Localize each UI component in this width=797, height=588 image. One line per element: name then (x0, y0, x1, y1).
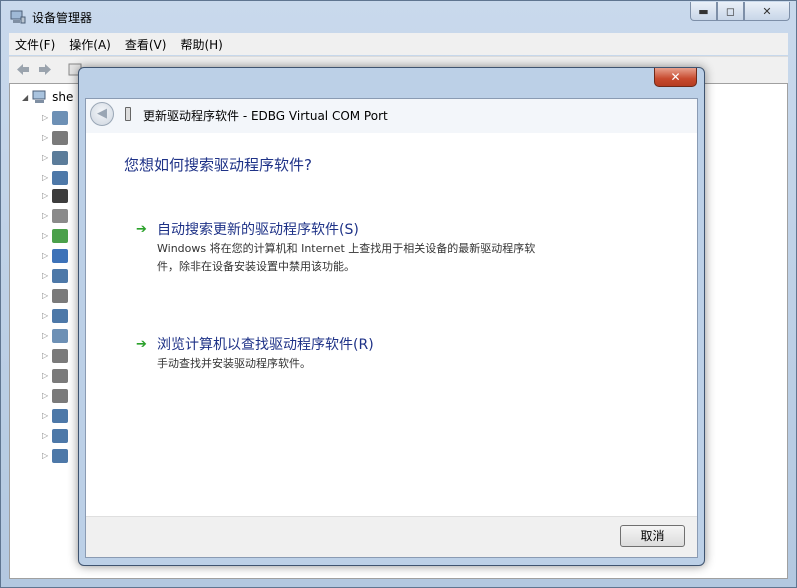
device-category-icon (52, 329, 68, 343)
minimize-button[interactable]: ▬ (690, 2, 717, 21)
expand-icon[interactable]: ▷ (42, 212, 48, 220)
device-category-icon (52, 249, 68, 263)
tree-device-node[interactable]: ▷ (42, 209, 72, 225)
cancel-button[interactable]: 取消 (620, 525, 685, 547)
menu-view[interactable]: 查看(V) (125, 36, 167, 53)
device-category-icon (52, 151, 68, 165)
tree-device-node[interactable]: ▷ (42, 349, 72, 365)
expand-icon[interactable]: ▷ (42, 154, 48, 162)
auto-search-description: Windows 将在您的计算机和 Internet 上查找用于相关设备的最新驱动… (157, 240, 587, 276)
menu-file[interactable]: 文件(F) (15, 36, 55, 53)
device-category-icon (52, 389, 68, 403)
expand-icon[interactable]: ▷ (42, 372, 48, 380)
expand-icon[interactable]: ▷ (42, 174, 48, 182)
device-category-icon (52, 429, 68, 443)
title-bar[interactable]: 设备管理器 ▬ ◻ ✕ (1, 1, 796, 33)
device-category-icon (52, 289, 68, 303)
expand-icon[interactable]: ▷ (42, 332, 48, 340)
computer-icon (32, 90, 46, 103)
green-arrow-icon: ➔ (136, 222, 147, 237)
device-category-icon (52, 309, 68, 323)
expand-icon[interactable]: ▷ (42, 134, 48, 142)
dialog-content: ◀ 更新驱动程序软件 - EDBG Virtual COM Port 您想如何搜… (85, 98, 698, 558)
expand-icon[interactable]: ▷ (42, 252, 48, 260)
device-category-icon (52, 409, 68, 423)
dialog-title: 更新驱动程序软件 - EDBG Virtual COM Port (143, 109, 388, 123)
expand-icon[interactable]: ▷ (42, 432, 48, 440)
tree-device-node[interactable]: ▷ (42, 189, 72, 205)
usb-device-icon (125, 107, 131, 121)
expand-icon[interactable]: ▷ (42, 232, 48, 240)
auto-search-title[interactable]: 自动搜索更新的驱动程序软件(S) (157, 219, 359, 239)
device-category-icon (52, 369, 68, 383)
tree-device-node[interactable]: ▷ (42, 269, 72, 285)
device-category-icon (52, 189, 68, 203)
tree-root-node[interactable]: ◢ she (22, 90, 73, 104)
device-category-icon (52, 171, 68, 185)
collapse-icon[interactable]: ◢ (22, 93, 28, 102)
expand-icon[interactable]: ▷ (42, 192, 48, 200)
tree-device-node[interactable]: ▷ (42, 171, 72, 187)
caption-buttons: ▬ ◻ ✕ (690, 2, 790, 21)
device-category-icon (52, 449, 68, 463)
menu-help[interactable]: 帮助(H) (180, 36, 222, 53)
dialog-close-button[interactable]: ✕ (654, 68, 697, 87)
back-button[interactable]: ◀ (90, 102, 114, 126)
back-arrow-icon[interactable] (15, 62, 31, 77)
expand-icon[interactable]: ▷ (42, 312, 48, 320)
tree-device-node[interactable]: ▷ (42, 289, 72, 305)
tree-device-node[interactable]: ▷ (42, 111, 72, 127)
auto-search-desc-line1: Windows 将在您的计算机和 Internet 上查找用于相关设备的最新驱动… (157, 242, 536, 255)
expand-icon[interactable]: ▷ (42, 114, 48, 122)
close-button[interactable]: ✕ (744, 2, 790, 21)
expand-icon[interactable]: ▷ (42, 392, 48, 400)
auto-search-desc-line2: 件，除非在设备安装设置中禁用该功能。 (157, 260, 355, 273)
browse-computer-description: 手动查找并安装驱动程序软件。 (157, 355, 587, 373)
tree-device-node[interactable]: ▷ (42, 131, 72, 147)
tree-device-node[interactable]: ▷ (42, 151, 72, 167)
forward-arrow-icon[interactable] (37, 62, 53, 77)
menu-action[interactable]: 操作(A) (69, 36, 111, 53)
expand-icon[interactable]: ▷ (42, 272, 48, 280)
expand-icon[interactable]: ▷ (42, 352, 48, 360)
tree-device-node[interactable]: ▷ (42, 249, 72, 265)
window-title: 设备管理器 (32, 11, 93, 25)
menu-bar: 文件(F) 操作(A) 查看(V) 帮助(H) (9, 33, 788, 55)
expand-icon[interactable]: ▷ (42, 292, 48, 300)
tree-device-node[interactable]: ▷ (42, 409, 72, 425)
device-category-icon (52, 111, 68, 125)
dialog-footer: 取消 (86, 516, 697, 557)
maximize-button[interactable]: ◻ (717, 2, 744, 21)
search-question: 您想如何搜索驱动程序软件? (124, 156, 312, 174)
browse-desc-line1: 手动查找并安装驱动程序软件。 (157, 357, 311, 370)
update-driver-dialog: ✕ ◀ 更新驱动程序软件 - EDBG Virtual COM Port 您想如… (78, 67, 705, 566)
tree-device-node[interactable]: ▷ (42, 429, 72, 445)
tree-device-node[interactable]: ▷ (42, 229, 72, 245)
tree-device-node[interactable]: ▷ (42, 449, 72, 465)
tree-device-node[interactable]: ▷ (42, 309, 72, 325)
expand-icon[interactable]: ▷ (42, 452, 48, 460)
device-category-icon (52, 349, 68, 363)
tree-device-node[interactable]: ▷ (42, 329, 72, 345)
tree-device-node[interactable]: ▷ (42, 389, 72, 405)
device-category-icon (52, 269, 68, 283)
device-category-icon (52, 229, 68, 243)
green-arrow-icon: ➔ (136, 337, 147, 352)
device-category-icon (52, 209, 68, 223)
browse-computer-title[interactable]: 浏览计算机以查找驱动程序软件(R) (157, 334, 374, 354)
expand-icon[interactable]: ▷ (42, 412, 48, 420)
tree-device-node[interactable]: ▷ (42, 369, 72, 385)
computer-name: she (52, 90, 74, 104)
device-manager-icon (10, 10, 26, 24)
device-category-icon (52, 131, 68, 145)
dialog-header: ◀ 更新驱动程序软件 - EDBG Virtual COM Port (86, 99, 697, 133)
